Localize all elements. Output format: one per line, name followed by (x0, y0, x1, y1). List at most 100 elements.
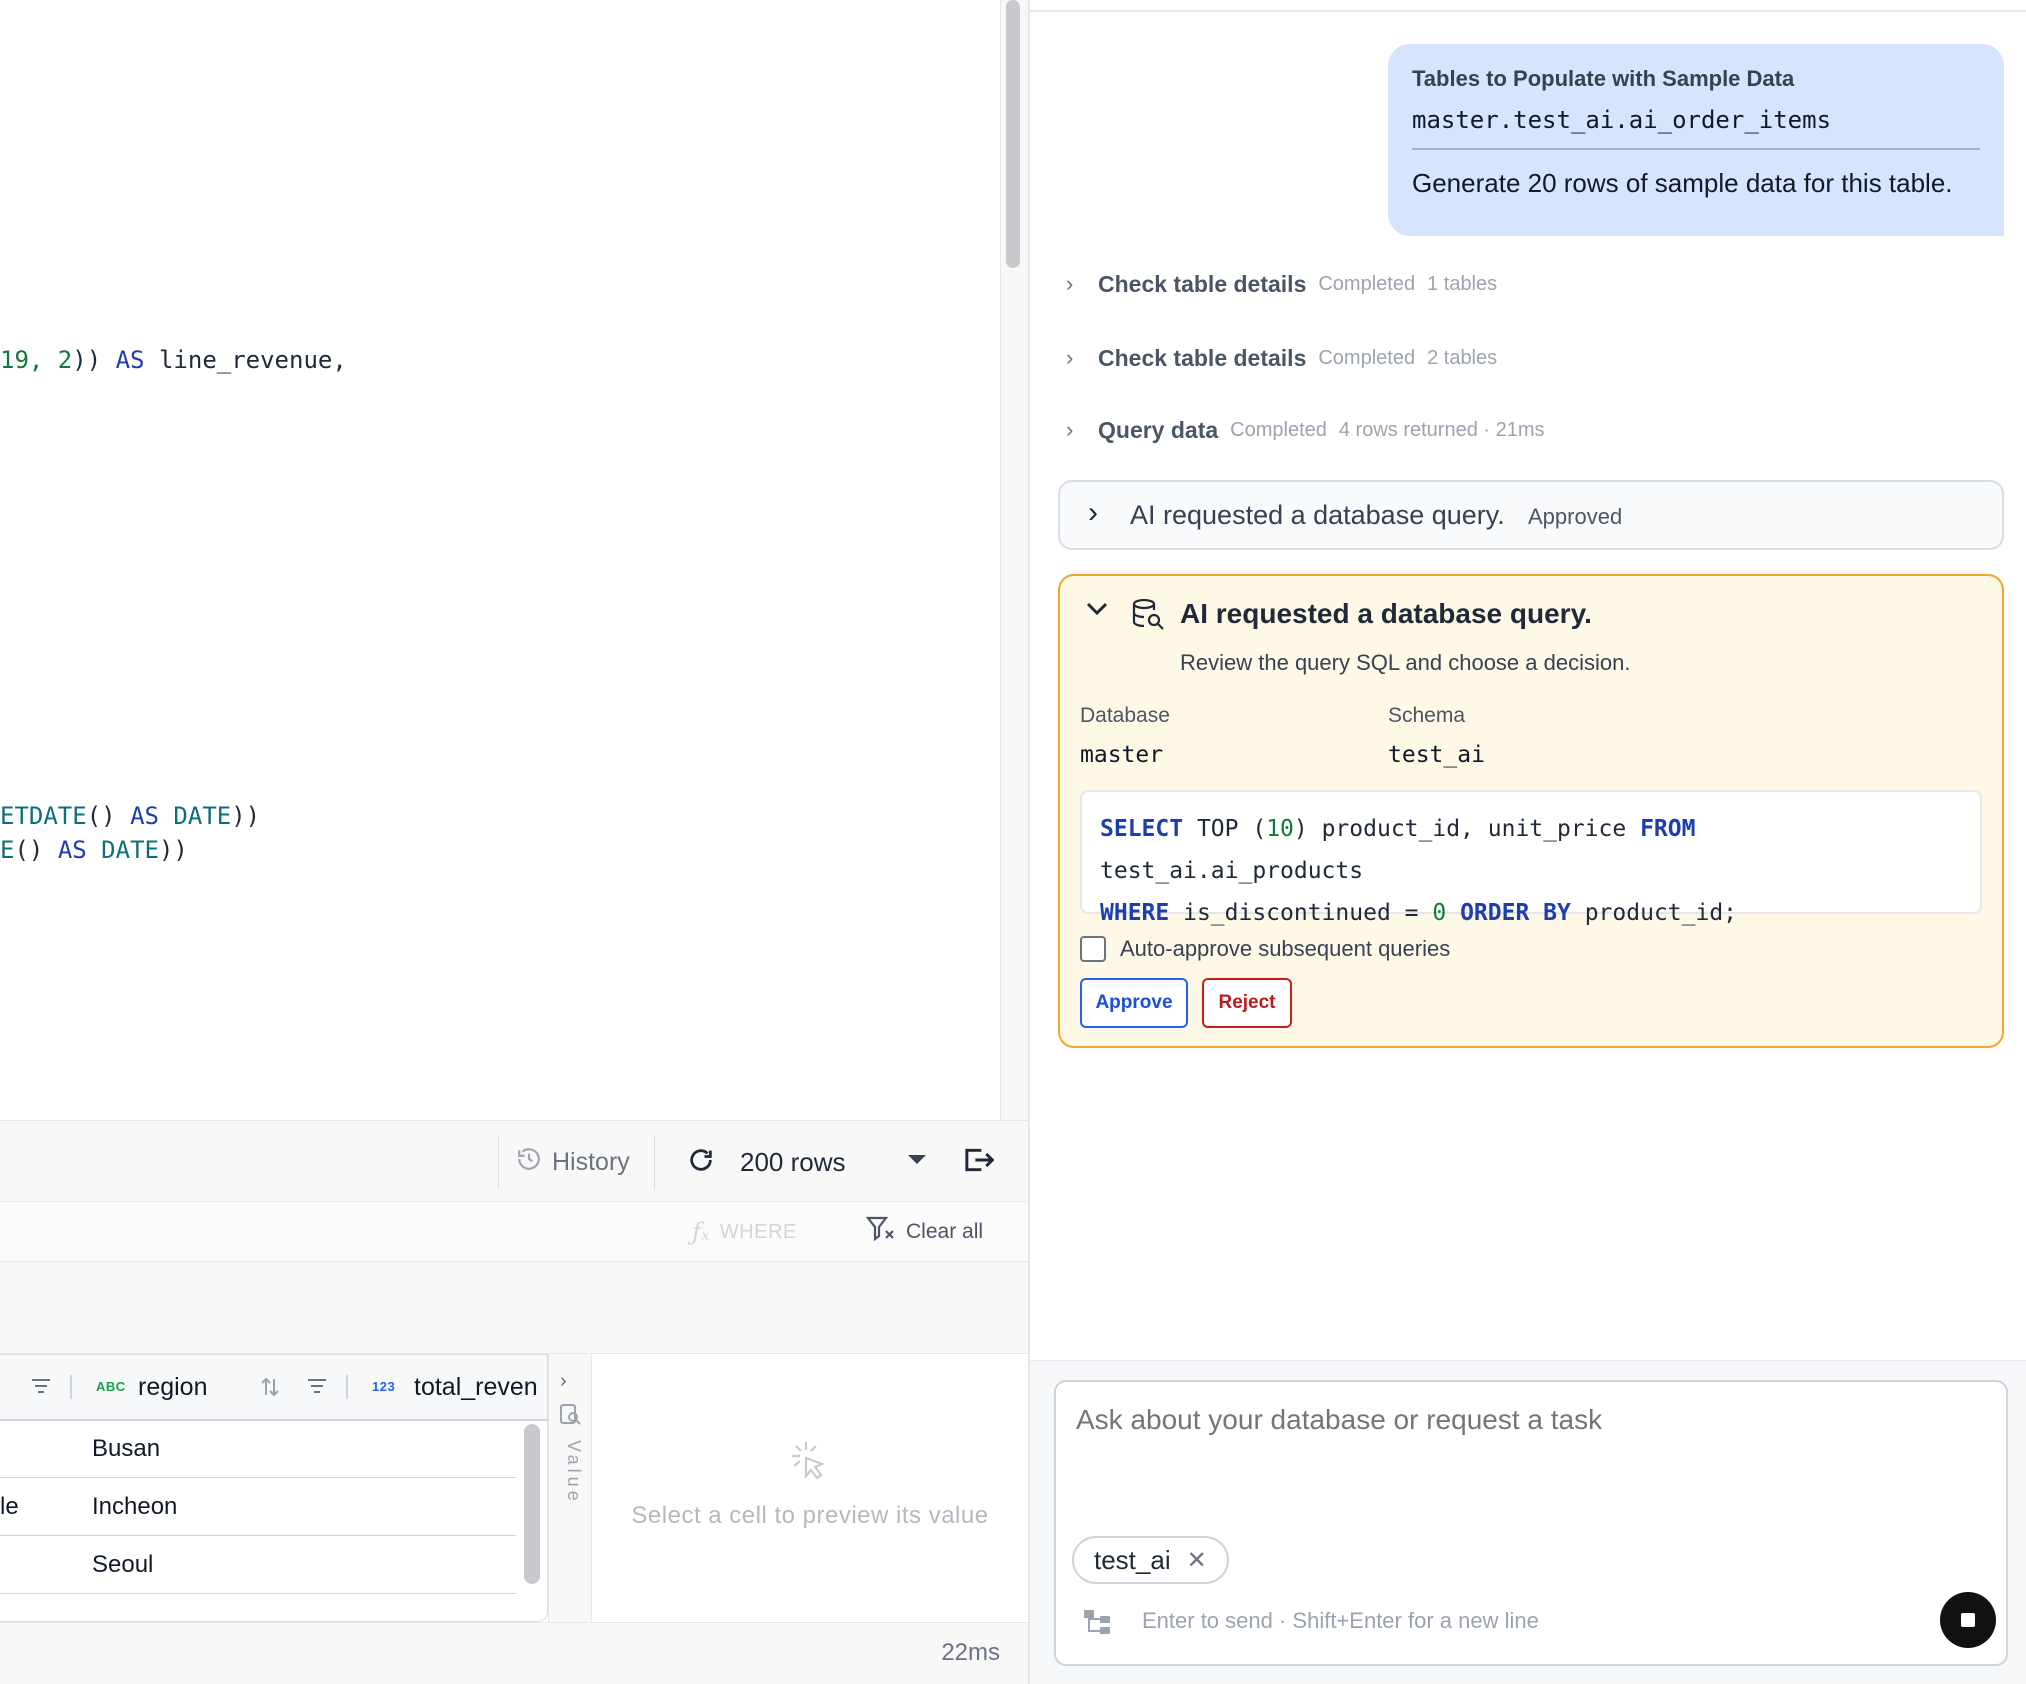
schema-tree-icon[interactable] (1082, 1608, 1112, 1641)
tool-step[interactable]: › Check table details Completed 1 tables (1066, 264, 1497, 304)
results-grid[interactable]: ABC region 123 total_reven Busan le Inch… (0, 1354, 548, 1622)
context-chip[interactable]: test_ai ✕ (1072, 1536, 1229, 1584)
value-preview (592, 1354, 1028, 1622)
column-header-region[interactable]: region (138, 1373, 208, 1402)
table-row[interactable]: Busan (0, 1421, 516, 1478)
close-icon[interactable]: ✕ (1187, 1546, 1207, 1575)
column-divider[interactable] (346, 1375, 348, 1399)
auto-approve-label: Auto-approve subsequent queries (1120, 936, 1451, 961)
editor-scrollbar-thumb[interactable] (1006, 0, 1020, 268)
column-header-total-revenue[interactable]: total_reven (414, 1373, 538, 1402)
pointer-click-icon (788, 1440, 832, 1495)
export-button[interactable] (962, 1141, 1002, 1183)
chevron-down-icon[interactable] (906, 1153, 928, 1172)
context-chip-label: test_ai (1094, 1544, 1171, 1575)
code-token: product_id; (1570, 900, 1738, 926)
step-status: Completed (1230, 418, 1327, 441)
tool-step[interactable]: › Query data Completed 4 rows returned ·… (1066, 410, 1545, 450)
code-line: 19, 2)) AS line_revenue, (0, 346, 347, 374)
sql-editor[interactable]: 19, 2)) AS line_revenue, ETDATE() AS DAT… (0, 0, 1000, 1120)
approve-button[interactable]: Approve (1080, 978, 1188, 1028)
step-detail: 4 rows returned · 21ms (1338, 418, 1545, 441)
chevron-right-icon[interactable]: › (560, 1370, 567, 1393)
code-token: AS (130, 802, 159, 830)
code-token: )) (158, 836, 188, 864)
code-token: DATE (101, 836, 159, 864)
composer-hint: Enter to send · Shift+Enter for a new li… (1142, 1608, 1539, 1633)
code-token: 10 (1266, 816, 1294, 842)
results-toolbar: History 200 rows (0, 1120, 1028, 1202)
filter-icon[interactable] (30, 1375, 52, 1402)
reject-button[interactable]: Reject (1202, 978, 1292, 1028)
schema-value: test_ai (1388, 742, 1485, 768)
database-search-icon (1132, 598, 1166, 635)
filter-icon[interactable] (306, 1375, 328, 1402)
approved-query-title: AI requested a database query. (1130, 500, 1505, 530)
code-token: test_ai.ai_products (1100, 858, 1364, 884)
message-text: Generate 20 rows of sample data for this… (1412, 168, 1953, 198)
value-preview-hint: Select a cell to preview its value (631, 1502, 989, 1529)
chat-input[interactable] (1076, 1404, 1976, 1436)
auto-approve-option[interactable]: Auto-approve subsequent queries (1080, 936, 1450, 962)
code-token: () (14, 836, 58, 864)
sql-preview: SELECT TOP (10) product_id, unit_price F… (1080, 790, 1982, 926)
sql-line: WHERE is_discontinued = 0 ORDER BY produ… (1100, 892, 1962, 934)
number-type-badge: 123 (372, 1379, 396, 1394)
step-status: Completed (1318, 272, 1416, 295)
history-icon (516, 1146, 542, 1179)
function-icon: ƒx (692, 1218, 710, 1246)
sort-icon[interactable] (260, 1375, 280, 1404)
refresh-button[interactable] (686, 1141, 716, 1183)
grid-header: ABC region 123 total_reven (0, 1355, 547, 1421)
step-title: Query data (1098, 416, 1219, 443)
code-token: 19, (0, 346, 58, 374)
clear-all-label: Clear all (906, 1220, 984, 1243)
code-token: ORDER BY (1460, 900, 1571, 926)
database-label: Database (1080, 704, 1170, 727)
toolbar-divider (498, 1135, 499, 1189)
grid-scrollbar-thumb[interactable] (524, 1424, 540, 1584)
code-token: 0 (1432, 900, 1447, 926)
sql-line: SELECT TOP (10) product_id, unit_price F… (1100, 808, 1962, 892)
code-token: )) (231, 802, 261, 830)
table-row[interactable]: le Incheon (0, 1479, 516, 1536)
code-token: SELECT (1100, 816, 1184, 842)
chevron-down-icon[interactable] (1086, 602, 1108, 621)
elapsed-time: 22ms (941, 1639, 1000, 1666)
tool-step[interactable]: › Check table details Completed 2 tables (1066, 338, 1497, 378)
message-title: Tables to Populate with Sample Data (1412, 66, 1795, 91)
step-detail: 1 tables (1427, 272, 1498, 295)
results-grid-area (0, 1262, 1028, 1354)
auto-approve-checkbox[interactable] (1080, 936, 1106, 962)
schema-label: Schema (1388, 704, 1466, 727)
export-icon (962, 1145, 996, 1180)
text-type-badge: ABC (96, 1379, 126, 1394)
history-button[interactable]: History (516, 1141, 630, 1183)
code-token: AS (57, 836, 87, 864)
chevron-right-icon[interactable]: › (1088, 496, 1098, 530)
toolbar-divider (654, 1135, 655, 1189)
approved-status: Approved (1528, 504, 1623, 529)
stop-icon (1961, 1613, 1975, 1627)
table-cell-region[interactable]: Incheon (92, 1493, 177, 1521)
preview-icon (558, 1402, 582, 1431)
table-cell-region[interactable]: Busan (92, 1435, 160, 1463)
approved-query-card[interactable]: › AI requested a database query. Approve… (1058, 480, 2004, 550)
row-limit-value: 200 rows (740, 1146, 846, 1177)
status-bar: 22ms (0, 1622, 1028, 1684)
code-line: E() AS DATE)) (0, 836, 188, 864)
history-label: History (552, 1147, 630, 1176)
step-title: Check table details (1098, 344, 1307, 371)
stop-button[interactable] (1940, 1592, 1996, 1648)
where-filter-button[interactable]: ƒx WHERE (692, 1214, 797, 1250)
divider (1412, 148, 1980, 150)
table-cell[interactable]: le (0, 1493, 19, 1521)
table-row[interactable]: Seoul (0, 1537, 516, 1594)
column-divider[interactable] (70, 1375, 72, 1399)
clear-all-filters-button[interactable]: Clear all (865, 1214, 984, 1250)
code-line: ETDATE() AS DATE)) (0, 802, 260, 830)
code-token: 2 (57, 346, 73, 374)
table-cell-region[interactable]: Seoul (92, 1551, 153, 1579)
